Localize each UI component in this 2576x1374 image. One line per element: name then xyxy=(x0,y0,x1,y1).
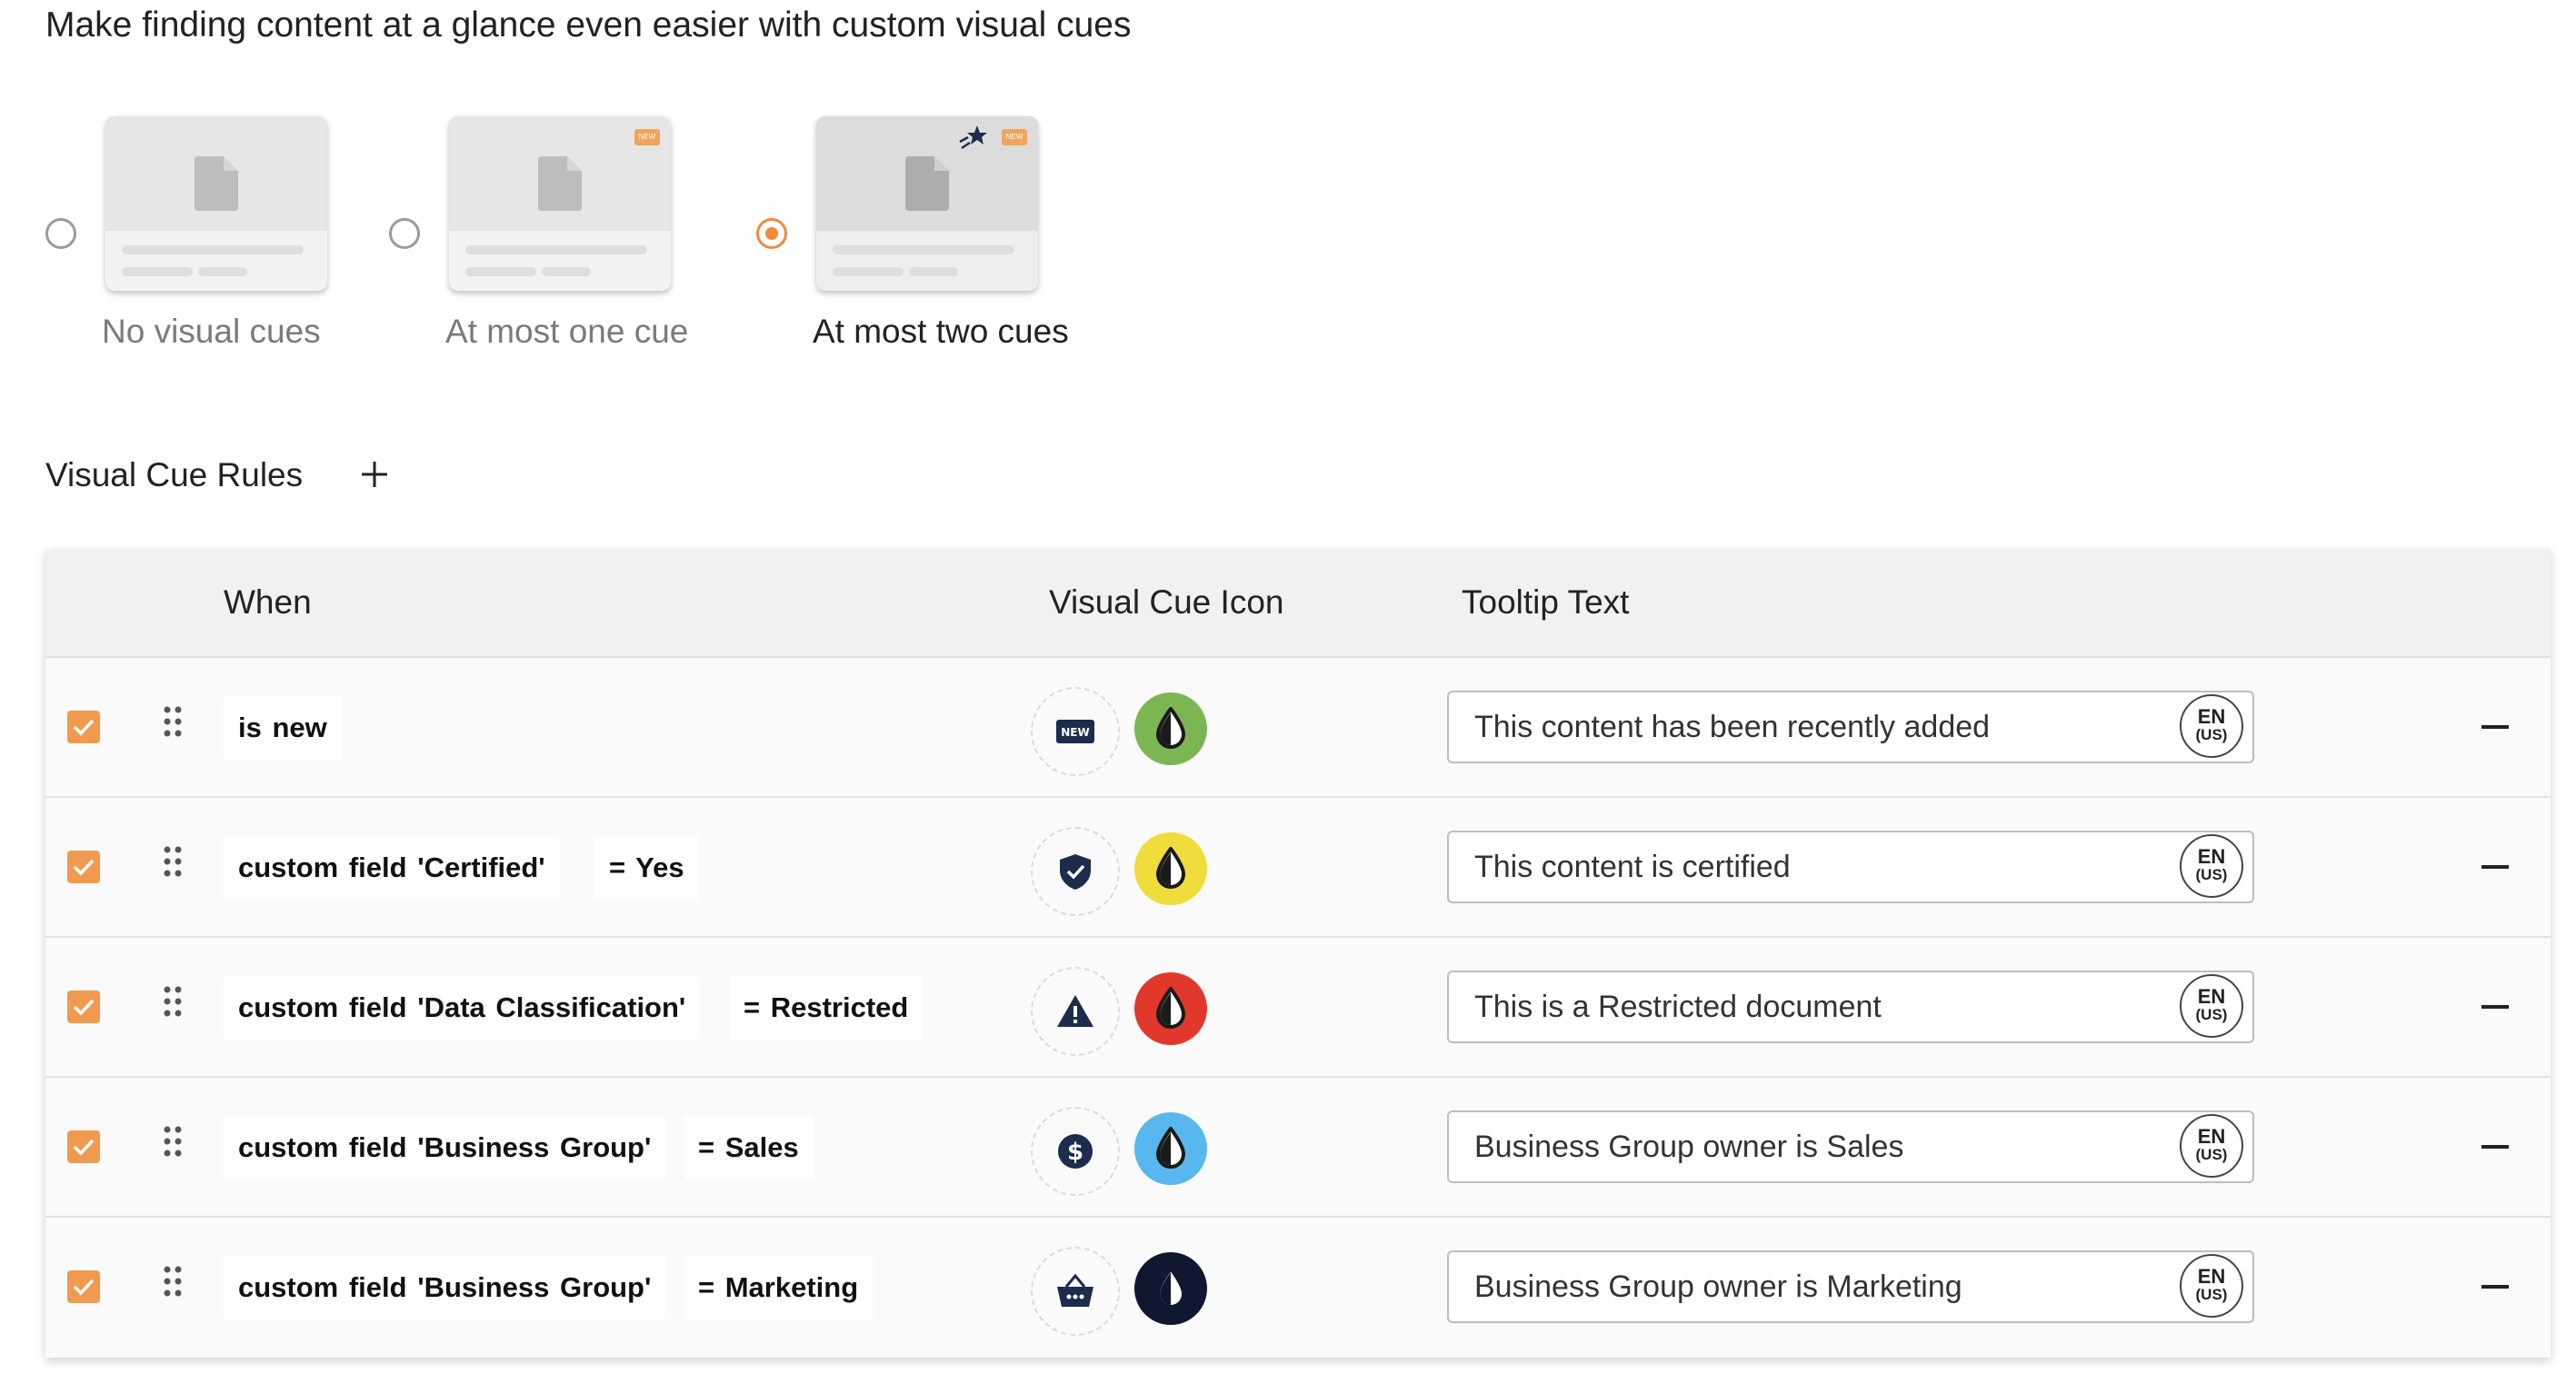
rules-title: Visual Cue Rules xyxy=(45,456,304,493)
new-badge-icon: NEW xyxy=(634,129,660,145)
tooltip-input[interactable]: Business Group owner is Sales EN (US) xyxy=(1447,1110,2254,1183)
remove-rule-button[interactable] xyxy=(2481,1285,2509,1289)
tooltip-text: This content is certified xyxy=(1474,850,1791,884)
value-pill[interactable]: = Restricted xyxy=(729,976,924,1040)
svg-text:$: $ xyxy=(1067,1139,1083,1166)
tooltip-text: Business Group owner is Marketing xyxy=(1474,1269,1962,1304)
svg-text:NEW: NEW xyxy=(1061,726,1089,739)
tooltip-text: This content has been recently added xyxy=(1474,710,1991,744)
header-when: When xyxy=(224,583,312,621)
drag-handle-icon[interactable] xyxy=(162,1265,184,1298)
rule-checkbox[interactable] xyxy=(67,1270,100,1303)
language-button[interactable]: EN (US) xyxy=(2180,974,2243,1038)
condition-pill[interactable]: custom field 'Certified' xyxy=(224,836,560,900)
color-drop-icon xyxy=(1155,987,1186,1029)
page-heading: Make finding content at a glance even ea… xyxy=(45,5,1132,45)
shooting-star-icon xyxy=(959,125,987,150)
table-row: custom field 'Business Group' = Sales $ … xyxy=(45,1076,2551,1218)
color-drop-icon xyxy=(1155,847,1186,889)
visual-cue-icon-picker[interactable] xyxy=(1031,827,1120,916)
radio-no-visual-cues[interactable] xyxy=(45,218,76,249)
option-label: At most two cues xyxy=(813,313,1069,350)
new-badge-icon: NEW xyxy=(1002,129,1027,145)
header-tooltip-text: Tooltip Text xyxy=(1462,583,1630,621)
tooltip-text: This is a Restricted document xyxy=(1474,990,1882,1024)
language-button[interactable]: EN (US) xyxy=(2180,834,2243,898)
color-picker[interactable] xyxy=(1134,1252,1207,1325)
language-button[interactable]: EN (US) xyxy=(2180,1114,2243,1178)
document-icon xyxy=(538,156,582,211)
option-label: No visual cues xyxy=(102,313,321,350)
option-at-most-two-cues[interactable]: NEW At most two cues xyxy=(756,116,1174,371)
radio-at-most-one-cue[interactable] xyxy=(389,218,420,249)
remove-rule-button[interactable] xyxy=(2481,1145,2509,1149)
rule-checkbox[interactable] xyxy=(67,1130,100,1163)
rule-checkbox[interactable] xyxy=(67,711,100,743)
new-badge-icon: NEW xyxy=(1056,720,1094,743)
preview-card xyxy=(105,116,327,291)
tooltip-input[interactable]: This content is certified EN (US) xyxy=(1447,831,2254,903)
value-pill[interactable]: = Marketing xyxy=(684,1256,874,1319)
value-pill[interactable]: = Sales xyxy=(684,1116,814,1180)
condition-pill[interactable]: is new xyxy=(224,696,342,760)
color-drop-icon xyxy=(1155,707,1186,749)
drag-handle-icon[interactable] xyxy=(162,705,184,738)
remove-rule-button[interactable] xyxy=(2481,1005,2509,1009)
visual-cue-icon-picker[interactable]: $ xyxy=(1031,1107,1120,1196)
header-visual-cue-icon: Visual Cue Icon xyxy=(1049,583,1284,621)
tooltip-input[interactable]: Business Group owner is Marketing EN (US) xyxy=(1447,1250,2254,1323)
tooltip-text: Business Group owner is Sales xyxy=(1474,1130,1904,1164)
table-row: custom field 'Certified' = Yes This cont… xyxy=(45,796,2551,938)
visual-cue-icon-picker[interactable] xyxy=(1031,1247,1120,1336)
dollar-icon: $ xyxy=(1058,1134,1093,1169)
option-label: At most one cue xyxy=(445,313,689,350)
rule-checkbox[interactable] xyxy=(67,851,100,883)
warning-icon xyxy=(1057,995,1093,1027)
option-at-most-one-cue[interactable]: NEW At most one cue xyxy=(389,116,807,371)
preview-card: NEW xyxy=(449,116,671,291)
table-row: custom field 'Business Group' = Marketin… xyxy=(45,1216,2551,1358)
radio-at-most-two-cues[interactable] xyxy=(756,218,787,249)
remove-rule-button[interactable] xyxy=(2481,865,2509,869)
table-header: When Visual Cue Icon Tooltip Text xyxy=(45,549,2551,656)
condition-pill[interactable]: custom field 'Business Group' xyxy=(224,1256,666,1319)
table-row: custom field 'Data Classification' = Res… xyxy=(45,936,2551,1078)
shield-check-icon xyxy=(1060,854,1091,890)
remove-rule-button[interactable] xyxy=(2481,725,2509,729)
document-icon xyxy=(905,156,949,211)
drag-handle-icon[interactable] xyxy=(162,845,184,878)
tooltip-input[interactable]: This is a Restricted document EN (US) xyxy=(1447,971,2254,1043)
language-button[interactable]: EN (US) xyxy=(2180,1254,2243,1318)
document-icon xyxy=(195,156,238,211)
tooltip-input[interactable]: This content has been recently added EN(… xyxy=(1447,691,2254,763)
condition-pill[interactable]: custom field 'Business Group' xyxy=(224,1116,666,1180)
visual-cue-icon-picker[interactable] xyxy=(1031,967,1120,1056)
color-picker[interactable] xyxy=(1134,972,1207,1045)
value-pill[interactable]: = Yes xyxy=(594,836,699,900)
plus-icon[interactable] xyxy=(356,456,393,493)
color-picker[interactable] xyxy=(1134,1112,1207,1185)
visual-cue-icon-picker[interactable]: NEW xyxy=(1031,687,1120,776)
preview-card: NEW xyxy=(816,116,1038,291)
rule-checkbox[interactable] xyxy=(67,991,100,1023)
drag-handle-icon[interactable] xyxy=(162,985,184,1018)
color-picker[interactable] xyxy=(1134,692,1207,765)
drag-handle-icon[interactable] xyxy=(162,1125,184,1158)
color-drop-icon xyxy=(1155,1267,1186,1309)
language-button[interactable]: EN (US) xyxy=(2180,694,2243,758)
visual-cue-rules-table: When Visual Cue Icon Tooltip Text is new… xyxy=(45,549,2551,1358)
color-picker[interactable] xyxy=(1134,832,1207,905)
table-row: is new NEW This content has been recentl… xyxy=(45,656,2551,798)
condition-pill[interactable]: custom field 'Data Classification' xyxy=(224,976,701,1040)
basket-icon xyxy=(1057,1273,1093,1307)
color-drop-icon xyxy=(1155,1127,1186,1169)
